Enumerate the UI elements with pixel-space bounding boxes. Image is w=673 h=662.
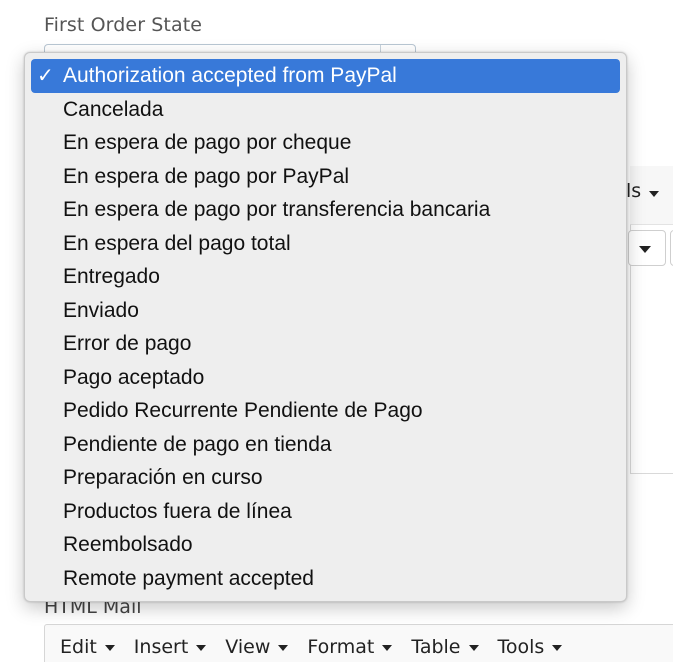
menu-insert-label: Insert	[133, 636, 189, 658]
dropdown-option[interactable]: Enviado	[25, 294, 626, 328]
editor-tools-label: ls	[626, 180, 642, 202]
dropdown-option[interactable]: En espera de pago por transferencia banc…	[25, 193, 626, 227]
dropdown-option-label: Productos fuera de línea	[63, 499, 292, 523]
dropdown-option[interactable]: Pedido Recurrente Pendiente de Pago	[25, 394, 626, 428]
menu-tools-label: Tools	[497, 636, 545, 658]
dropdown-option-label: Pedido Recurrente Pendiente de Pago	[63, 399, 423, 422]
dropdown-option[interactable]: En espera de pago por cheque	[25, 126, 626, 160]
dropdown-option-label: Cancelada	[63, 97, 164, 121]
dropdown-option[interactable]: Remote payment accepted	[25, 562, 626, 596]
menu-insert[interactable]: Insert	[134, 636, 207, 658]
menu-edit[interactable]: Edit	[60, 636, 115, 658]
dropdown-option-label: Pendiente de pago en tienda	[63, 432, 332, 456]
dropdown-option[interactable]: Pago aceptado	[25, 361, 626, 395]
dropdown-option-label: En espera de pago por cheque	[63, 131, 352, 154]
chevron-down-icon	[639, 246, 651, 253]
chevron-down-icon	[649, 191, 660, 197]
page: First Order State ls HTML Mail Edit Inse…	[0, 0, 673, 662]
chevron-down-icon	[552, 645, 563, 651]
order-state-dropdown-list: ✓ Authorization accepted from PayPal Can…	[24, 52, 627, 602]
html-mail-menubar: Edit Insert View Format Table Tools	[60, 636, 581, 658]
chevron-down-icon	[104, 645, 115, 651]
chevron-down-icon	[382, 645, 393, 651]
dropdown-option-label: Reembolsado	[63, 533, 193, 556]
menu-view[interactable]: View	[225, 636, 289, 658]
dropdown-option-label: Enviado	[63, 298, 139, 322]
dropdown-option[interactable]: Pendiente de pago en tienda	[25, 428, 626, 462]
dropdown-option[interactable]: Reembolsado	[25, 528, 626, 562]
dropdown-option[interactable]: En espera del pago total	[25, 227, 626, 261]
dropdown-option[interactable]: Entregado	[25, 260, 626, 294]
dropdown-option-selected[interactable]: ✓ Authorization accepted from PayPal	[31, 59, 620, 93]
dropdown-option-label: Pago aceptado	[63, 365, 205, 389]
dropdown-option[interactable]: Cancelada	[25, 93, 626, 127]
dropdown-option-label: Error de pago	[63, 332, 192, 355]
menu-format[interactable]: Format	[307, 636, 393, 658]
first-order-state-label: First Order State	[44, 14, 203, 36]
dropdown-option[interactable]: Error de pago	[25, 327, 626, 361]
chevron-down-icon	[196, 645, 207, 651]
dropdown-option-label: Preparación en curso	[63, 466, 263, 489]
editor-tools-menu[interactable]: ls	[626, 180, 660, 202]
dropdown-option[interactable]: En espera de pago por PayPal	[25, 160, 626, 194]
dropdown-option-label: En espera de pago por transferencia banc…	[63, 198, 491, 221]
dropdown-option-label: En espera del pago total	[63, 231, 291, 255]
chevron-down-icon	[468, 645, 479, 651]
dropdown-option-label: Authorization accepted from PayPal	[63, 64, 397, 87]
dropdown-option-label: Remote payment accepted	[63, 566, 314, 590]
dropdown-option-label: Entregado	[63, 265, 160, 288]
menu-edit-label: Edit	[60, 636, 97, 658]
menu-table[interactable]: Table	[411, 636, 479, 658]
dropdown-option-label: En espera de pago por PayPal	[63, 164, 350, 188]
menu-format-label: Format	[307, 636, 375, 658]
dropdown-option[interactable]: Preparación en curso	[25, 461, 626, 495]
dropdown-option[interactable]: Productos fuera de línea	[25, 495, 626, 529]
check-icon: ✓	[37, 63, 54, 87]
menu-tools[interactable]: Tools	[498, 636, 563, 658]
menu-table-label: Table	[411, 636, 461, 658]
chevron-down-icon	[278, 645, 289, 651]
menu-view-label: View	[225, 636, 271, 658]
